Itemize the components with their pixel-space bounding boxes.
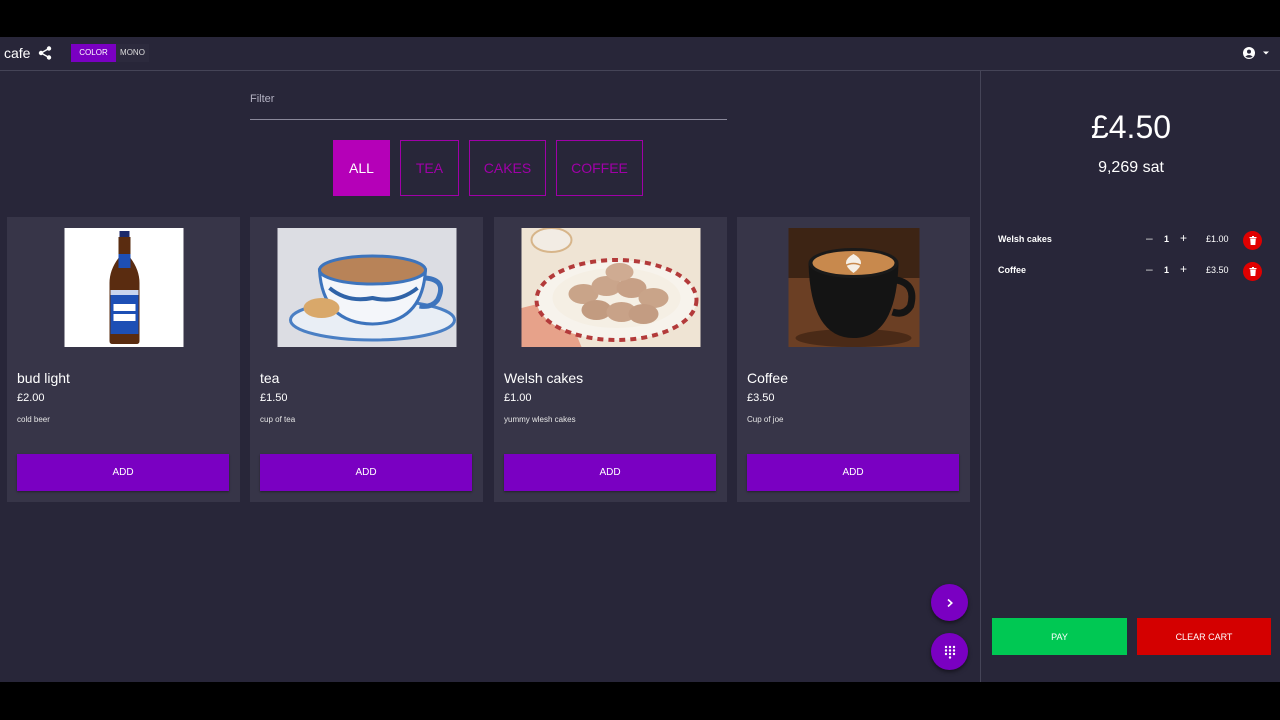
theme-toggle: COLOR MONO [71,44,149,62]
next-page-button[interactable] [931,584,968,621]
product-price: £1.00 [504,392,532,404]
product-name: Welsh cakes [504,370,584,386]
product-image-beer-bottle [64,228,183,347]
remove-item-button[interactable] [1243,262,1262,281]
product-description: Cup of joe [747,415,784,424]
category-chip-tea[interactable]: TEA [400,140,459,196]
product-price: £2.00 [17,392,45,404]
product-card: tea £1.50 cup of tea ADD [250,217,483,502]
category-chip-coffee[interactable]: COFFEE [556,140,643,196]
cart-item-name: Welsh cakes [998,234,1052,244]
mono-theme-button[interactable]: MONO [116,44,149,62]
product-description: yummy wlesh cakes [504,415,576,424]
product-name: tea [260,370,280,386]
cart-item-price: £3.50 [1206,265,1229,275]
increase-qty-button[interactable]: + [1180,262,1187,276]
clear-cart-button[interactable]: CLEAR CART [1137,618,1271,655]
decrease-qty-button[interactable]: – [1146,231,1153,245]
app-title: cafe [4,45,31,61]
add-to-cart-button[interactable]: ADD [260,454,472,491]
product-description: cup of tea [260,415,296,424]
product-card: Coffee £3.50 Cup of joe ADD [737,217,970,502]
color-theme-button[interactable]: COLOR [71,44,116,62]
product-price: £3.50 [747,392,775,404]
cart-total-sats: 9,269 sat [1098,159,1164,176]
dialpad-icon [944,645,955,659]
product-card: bud light £2.00 cold beer ADD [7,217,240,502]
cart-item-price: £1.00 [1206,234,1229,244]
pay-button[interactable]: PAY [992,618,1127,655]
app-root: cafe COLOR MONO Filter ALL TEA CAKES COF… [0,37,1280,682]
product-image-tea-cup [277,228,456,347]
add-to-cart-button[interactable]: ADD [747,454,959,491]
cart-item-name: Coffee [998,265,1027,275]
increase-qty-button[interactable]: + [1180,231,1187,245]
product-name: bud light [17,370,70,386]
chevron-down-icon[interactable] [1262,50,1270,56]
product-name: Coffee [747,370,788,386]
decrease-qty-button[interactable]: – [1146,262,1153,276]
cart-item: Welsh cakes – 1 + £1.00 [998,230,1268,250]
account-circle-icon[interactable] [1243,47,1255,59]
top-bar: cafe COLOR MONO [0,37,1280,71]
trash-icon [1249,236,1256,245]
product-card: Welsh cakes £1.00 yummy wlesh cakes ADD [494,217,727,502]
product-image-latte-cup [788,228,919,347]
keypad-button[interactable] [931,633,968,670]
product-image-welsh-cakes-plate [521,228,700,347]
filter-label: Filter [250,93,275,105]
cart-item-qty: 1 [1164,265,1170,275]
share-icon[interactable] [38,46,52,60]
category-chip-all[interactable]: ALL [333,140,390,196]
cart-item-qty: 1 [1164,234,1170,244]
product-price: £1.50 [260,392,288,404]
chevron-right-icon [946,598,953,607]
trash-icon [1249,267,1256,276]
cart-panel: £4.50 9,269 sat Welsh cakes – 1 + £1.00 … [980,71,1280,682]
category-chip-cakes[interactable]: CAKES [469,140,546,196]
remove-item-button[interactable] [1243,231,1262,250]
add-to-cart-button[interactable]: ADD [17,454,229,491]
add-to-cart-button[interactable]: ADD [504,454,716,491]
cart-total: £4.50 [1090,109,1172,145]
cart-item: Coffee – 1 + £3.50 [998,261,1268,281]
product-description: cold beer [17,415,50,424]
filter-input[interactable]: Filter [250,93,727,120]
